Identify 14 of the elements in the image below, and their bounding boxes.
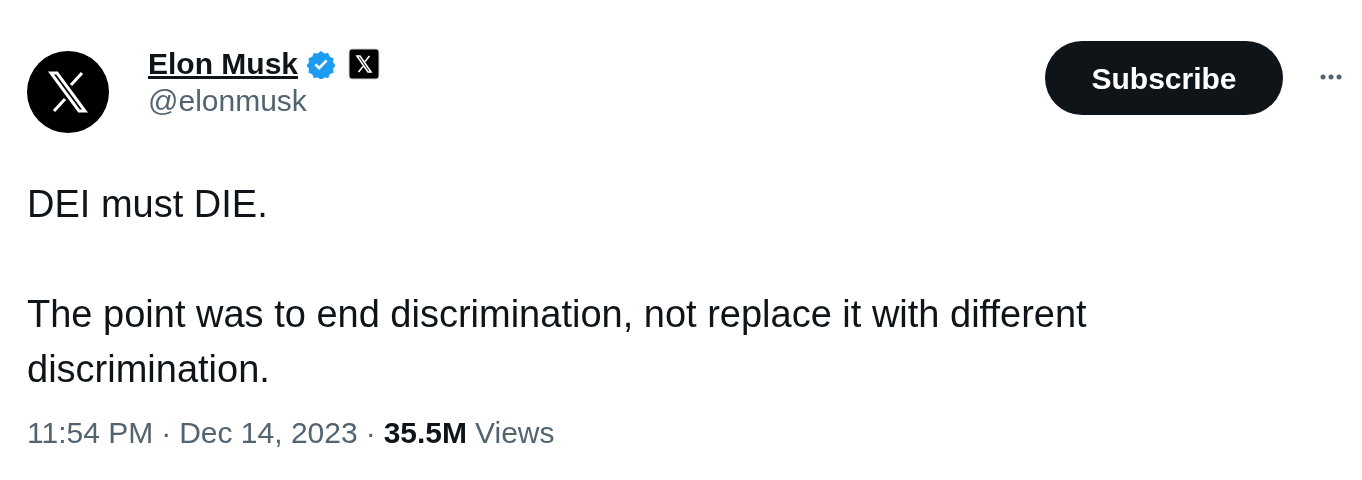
subscribe-button[interactable]: Subscribe [1045, 41, 1283, 115]
author-handle[interactable]: @elonmusk [148, 82, 380, 120]
more-options-icon[interactable] [1320, 74, 1342, 80]
view-count: 35.5M [383, 415, 468, 451]
separator-dot: · [365, 415, 376, 451]
tweet-text: DEI must DIE. [27, 182, 269, 227]
tweet-time[interactable]: 11:54 PM [27, 413, 154, 453]
separator-dot: · [161, 415, 172, 451]
x-logo-icon [348, 48, 380, 80]
author-name[interactable]: Elon Musk [148, 45, 298, 83]
tweet-text: The point was to end discrimination, not replace it with different discrimination. [27, 292, 1088, 392]
avatar-logo-icon[interactable] [27, 51, 109, 133]
views-label: Views [475, 415, 555, 451]
tweet-date[interactable]: Dec 14, 2023 [179, 413, 358, 453]
